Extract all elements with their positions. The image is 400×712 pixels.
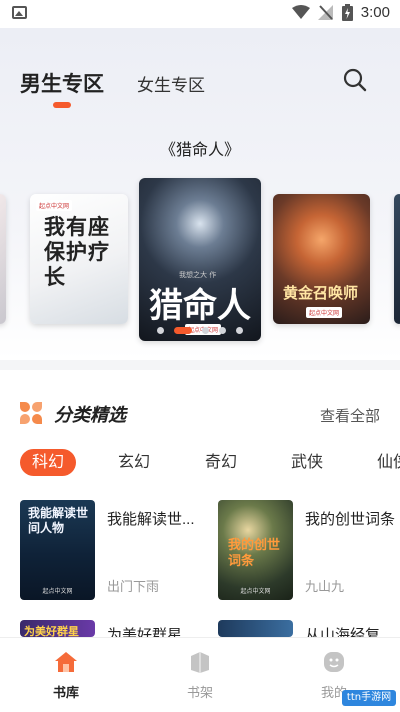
- featured-book-title: 《猎命人》: [159, 142, 240, 159]
- category-tabs: 科幻 玄幻 奇幻 武侠 仙侠: [20, 449, 400, 477]
- bottom-nav: 书库 书架 我的: [0, 637, 400, 712]
- no-signal-icon: [317, 5, 333, 20]
- see-all-link[interactable]: 查看全部: [320, 405, 380, 426]
- cover-title: 我能解读世间人物: [28, 506, 89, 535]
- clock: 3:00: [360, 4, 390, 21]
- publisher-badge: 起点中文网: [36, 200, 73, 211]
- profile-icon: [324, 652, 344, 672]
- section-divider: [0, 360, 400, 370]
- nav-label: 书架: [186, 685, 213, 700]
- gallery-notification-icon: [12, 6, 27, 19]
- carousel-dot[interactable]: [202, 327, 209, 334]
- carousel-pagination: [157, 327, 243, 334]
- book-cover-featured[interactable]: 我想之大 作 猎命人 起点中文网: [139, 178, 261, 341]
- category-tab-wuxia[interactable]: 武侠: [291, 449, 323, 476]
- site-watermark: ttn手游网: [342, 690, 396, 706]
- status-bar: 3:00: [0, 0, 400, 28]
- category-tab-xuanhuan[interactable]: 玄幻: [118, 449, 150, 476]
- cover-publisher: 起点中文网: [240, 588, 271, 595]
- carousel-dot[interactable]: [157, 327, 164, 334]
- book-title: 我的创世词条: [305, 511, 396, 528]
- book-cover: 我能解读世间人物 起点中文网: [20, 500, 95, 600]
- cover-title: 我有座保护疗长: [44, 214, 110, 289]
- section-title: 分类精选: [54, 405, 126, 426]
- category-flower-icon: [20, 402, 42, 424]
- book-cover-1[interactable]: 起点中文网 我有座保护疗长: [30, 194, 128, 324]
- cover-title: 我的创世词条: [228, 538, 281, 569]
- nav-label: 书库: [52, 685, 79, 700]
- carousel-dot-active[interactable]: [174, 327, 192, 334]
- category-tab-xianxia[interactable]: 仙侠: [377, 449, 400, 476]
- cover-title: 为美好群星: [24, 625, 79, 637]
- search-icon[interactable]: [343, 68, 367, 92]
- bookshelf-icon: [191, 652, 209, 673]
- nav-item-library[interactable]: 书库: [26, 650, 106, 701]
- book-cover-partial-right[interactable]: [394, 194, 400, 324]
- book-cover-partial-left[interactable]: [0, 194, 6, 324]
- cover-publisher: 起点中文网: [42, 588, 73, 595]
- wifi-icon: [291, 5, 310, 19]
- book-author: 九山九: [305, 579, 345, 594]
- home-icon: [55, 652, 77, 672]
- carousel-dot[interactable]: [219, 327, 226, 334]
- cover-title: 猎命人: [149, 286, 251, 326]
- cover-title: 黄金召唤师: [283, 284, 359, 302]
- nav-item-bookshelf[interactable]: 书架: [160, 650, 240, 701]
- active-tab-indicator: [53, 102, 71, 108]
- carousel-dot[interactable]: [236, 327, 243, 334]
- category-tab-scifi[interactable]: 科幻: [20, 449, 77, 476]
- publisher-badge: 起点中文网: [306, 307, 343, 318]
- book-cover-3[interactable]: 黄金召唤师 起点中文网: [273, 194, 370, 324]
- book-cover: [218, 620, 293, 637]
- featured-banner-area: 男生专区 女生专区 《猎命人》 起点中文网 我有座保护疗长 我想之大 作 猎命人…: [0, 28, 400, 360]
- book-cover: 为美好群星: [20, 620, 95, 637]
- book-cover: 我的创世词条 起点中文网: [218, 500, 293, 600]
- book-author: 出门下雨: [107, 579, 160, 594]
- book-title: 我能解读世...: [107, 511, 195, 528]
- category-tab-fantasy[interactable]: 奇幻: [205, 449, 237, 476]
- tab-male-zone[interactable]: 男生专区: [20, 68, 104, 98]
- tab-female-zone[interactable]: 女生专区: [137, 71, 205, 96]
- battery-icon: [341, 4, 353, 21]
